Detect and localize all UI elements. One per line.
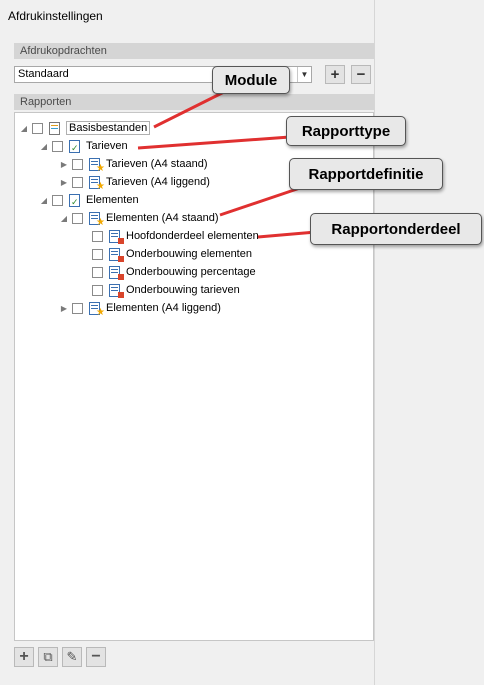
tree-node-report-type[interactable]: ◢ ✓ Tarieven xyxy=(39,137,128,155)
tree-label: Elementen xyxy=(86,194,139,206)
tree-label: Onderbouwing elementen xyxy=(126,248,252,260)
report-tree[interactable]: ◢ Basisbestanden ◢ ✓ Tarieven ▶ ★ Tariev… xyxy=(14,112,374,641)
tree-node-report-part[interactable]: Hoofdonderdeel elementen xyxy=(89,227,259,245)
tree-label: Elementen (A4 staand) xyxy=(106,212,219,224)
tree-node-report-part[interactable]: Onderbouwing percentage xyxy=(89,263,256,281)
remove-icon[interactable]: − xyxy=(86,647,106,667)
remove-print-job-button[interactable]: − xyxy=(351,65,371,84)
checkbox[interactable] xyxy=(72,212,83,224)
report-type-icon: ✓ xyxy=(68,139,82,154)
checkbox[interactable] xyxy=(52,140,63,152)
edit-icon[interactable]: ✎ xyxy=(62,647,82,667)
report-part-icon xyxy=(108,283,124,298)
tree-node-report-definition[interactable]: ▶ ★ Tarieven (A4 staand) xyxy=(59,155,208,173)
checkbox[interactable] xyxy=(72,302,83,314)
copy-icon[interactable]: ⧉ xyxy=(38,647,58,667)
print-jobs-header: Afdrukopdrachten xyxy=(14,43,374,59)
tree-label: Onderbouwing tarieven xyxy=(126,284,240,296)
tree-node-report-definition[interactable]: ▶ ★ Tarieven (A4 liggend) xyxy=(59,173,210,191)
tree-label: Basisbestanden xyxy=(66,121,151,135)
tree-label: Onderbouwing percentage xyxy=(126,266,256,278)
chevron-down-icon[interactable]: ▼ xyxy=(297,67,311,82)
add-icon[interactable]: + xyxy=(14,647,34,667)
checkbox[interactable] xyxy=(92,284,103,296)
tree-node-report-definition[interactable]: ▶ ★ Elementen (A4 liggend) xyxy=(59,299,221,317)
reports-header: Rapporten xyxy=(14,94,374,110)
callout-report-part: Rapportonderdeel xyxy=(310,213,482,245)
checkbox[interactable] xyxy=(92,248,103,260)
print-job-value: Standaard xyxy=(18,68,69,80)
tree-node-report-part[interactable]: Onderbouwing elementen xyxy=(89,245,252,263)
tree-node-report-type[interactable]: ◢ ✓ Elementen xyxy=(39,191,139,209)
expand-icon[interactable]: ▶ xyxy=(59,178,69,187)
callout-report-definition: Rapportdefinitie xyxy=(289,158,443,190)
report-part-icon xyxy=(108,247,124,262)
tree-label: Tarieven (A4 staand) xyxy=(106,158,208,170)
tree-label: Tarieven xyxy=(86,140,128,152)
checkbox[interactable] xyxy=(32,122,43,134)
collapse-icon[interactable]: ◢ xyxy=(39,142,49,151)
callout-module: Module xyxy=(212,66,290,94)
report-part-icon xyxy=(108,229,124,244)
tree-label: Hoofdonderdeel elementen xyxy=(126,230,259,242)
tree-node-report-part[interactable]: Onderbouwing tarieven xyxy=(89,281,240,299)
collapse-icon[interactable]: ◢ xyxy=(19,124,29,133)
report-definition-icon: ★ xyxy=(88,211,105,227)
report-type-icon: ✓ xyxy=(68,193,82,208)
print-settings-window: Afdrukinstellingen Afdrukopdrachten Stan… xyxy=(0,0,375,685)
tree-node-module[interactable]: ◢ Basisbestanden xyxy=(19,119,151,137)
report-part-icon xyxy=(108,265,124,280)
window-title: Afdrukinstellingen xyxy=(8,9,103,23)
expand-icon[interactable]: ▶ xyxy=(59,160,69,169)
tree-label: Elementen (A4 liggend) xyxy=(106,302,221,314)
expand-icon[interactable]: ▶ xyxy=(59,304,69,313)
checkbox[interactable] xyxy=(92,230,103,242)
collapse-icon[interactable]: ◢ xyxy=(59,214,69,223)
checkbox[interactable] xyxy=(72,176,83,188)
checkbox[interactable] xyxy=(52,194,63,206)
report-definition-icon: ★ xyxy=(88,157,105,173)
report-definition-icon: ★ xyxy=(88,175,105,191)
callout-report-type: Rapporttype xyxy=(286,116,406,146)
tree-label: Tarieven (A4 liggend) xyxy=(106,176,210,188)
checkbox[interactable] xyxy=(92,266,103,278)
module-icon xyxy=(48,121,62,136)
checkbox[interactable] xyxy=(72,158,83,170)
add-print-job-button[interactable]: + xyxy=(325,65,345,84)
report-definition-icon: ★ xyxy=(88,301,105,317)
collapse-icon[interactable]: ◢ xyxy=(39,196,49,205)
tree-node-report-definition[interactable]: ◢ ★ Elementen (A4 staand) xyxy=(59,209,219,227)
tree-toolbar: + ⧉ ✎ − xyxy=(14,647,106,669)
